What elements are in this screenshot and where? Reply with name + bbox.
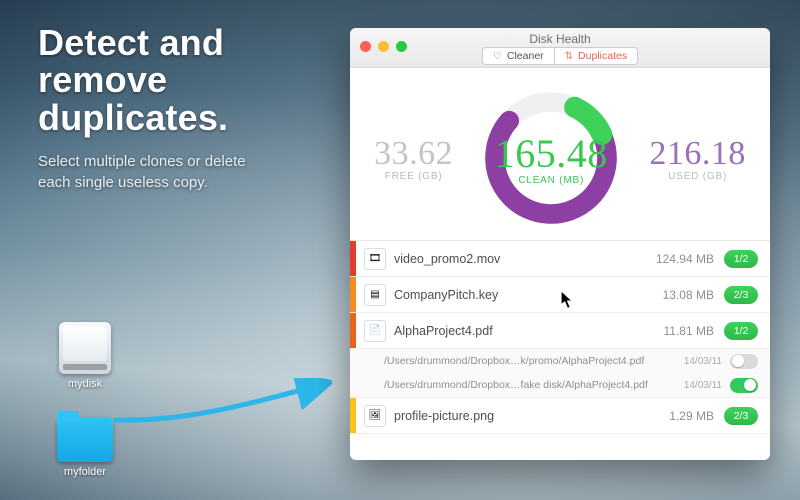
disk-icon xyxy=(59,322,111,374)
stat-used: 216.18 USED (GB) xyxy=(649,135,746,182)
window-title: Disk Health xyxy=(350,32,770,46)
subheadline: Select multiple clones or delete each si… xyxy=(38,152,278,193)
keep-toggle[interactable] xyxy=(730,378,758,393)
keep-toggle[interactable] xyxy=(730,354,758,369)
heart-icon: ♡ xyxy=(493,51,502,62)
stat-used-value: 216.18 xyxy=(649,135,746,173)
file-size: 1.29 MB xyxy=(669,409,714,423)
path-row[interactable]: /Users/drummond/Dropbox…k/promo/AlphaPro… xyxy=(350,349,770,373)
stat-clean-value: 165.48 xyxy=(495,130,608,177)
severity-bar xyxy=(350,398,356,433)
severity-bar xyxy=(350,277,356,312)
list-item[interactable]: 📄 AlphaProject4.pdf 11.81 MB 1/2 xyxy=(350,313,770,349)
path-date: 14/03/11 xyxy=(684,356,722,367)
file-name: profile-picture.png xyxy=(394,409,669,423)
duplicates-list: 🎞 video_promo2.mov 124.94 MB 1/2 ▤ Compa… xyxy=(350,240,770,434)
headline: Detect and remove duplicates. xyxy=(38,24,338,136)
stat-free: 33.62 FREE (GB) xyxy=(374,135,453,182)
stat-free-unit: FREE (GB) xyxy=(374,171,453,182)
file-icon: 🎞 xyxy=(364,248,386,270)
file-icon: 🖼 xyxy=(364,405,386,427)
stat-free-value: 33.62 xyxy=(374,135,453,173)
file-size: 13.08 MB xyxy=(663,288,714,302)
stat-clean-unit: CLEAN (MB) xyxy=(518,175,584,186)
path-date: 14/03/11 xyxy=(684,380,722,391)
tab-duplicates[interactable]: ⇅ Duplicates xyxy=(554,48,637,64)
file-name: video_promo2.mov xyxy=(394,252,656,266)
file-name: AlphaProject4.pdf xyxy=(394,324,664,338)
path-text: /Users/drummond/Dropbox…fake disk/AlphaP… xyxy=(384,379,676,391)
path-row[interactable]: /Users/drummond/Dropbox…fake disk/AlphaP… xyxy=(350,373,770,397)
file-size: 11.81 MB xyxy=(664,324,714,338)
folder-label: myfolder xyxy=(64,466,106,478)
folder-icon xyxy=(57,418,113,462)
donut-chart: 165.48 CLEAN (MB) xyxy=(481,88,621,228)
arrow-icon xyxy=(112,378,332,426)
disk-label: mydisk xyxy=(68,378,102,390)
mode-segmented-control: ♡ Cleaner ⇅ Duplicates xyxy=(482,47,638,65)
ratio-pill[interactable]: 2/3 xyxy=(724,407,758,425)
marketing-panel: Detect and remove duplicates. Select mul… xyxy=(38,24,338,193)
desktop-icons: mydisk myfolder xyxy=(52,322,118,478)
list-item[interactable]: ▤ CompanyPitch.key 13.08 MB 2/3 xyxy=(350,277,770,313)
stats-panel: 33.62 FREE (GB) 165.48 CLEAN (MB) 216.18… xyxy=(350,68,770,240)
people-icon: ⇅ xyxy=(565,51,573,62)
ratio-pill[interactable]: 2/3 xyxy=(724,286,758,304)
list-item[interactable]: 🖼 profile-picture.png 1.29 MB 2/3 xyxy=(350,398,770,434)
severity-bar xyxy=(350,313,356,348)
desktop-folder-icon[interactable]: myfolder xyxy=(52,412,118,478)
tab-cleaner-label: Cleaner xyxy=(507,50,544,62)
path-text: /Users/drummond/Dropbox…k/promo/AlphaPro… xyxy=(384,355,676,367)
tab-cleaner[interactable]: ♡ Cleaner xyxy=(483,48,554,64)
ratio-pill[interactable]: 1/2 xyxy=(724,322,758,340)
ratio-pill[interactable]: 1/2 xyxy=(724,250,758,268)
app-window: Disk Health ♡ Cleaner ⇅ Duplicates 33.62… xyxy=(350,28,770,460)
titlebar[interactable]: Disk Health ♡ Cleaner ⇅ Duplicates xyxy=(350,28,770,68)
list-item[interactable]: 🎞 video_promo2.mov 124.94 MB 1/2 xyxy=(350,241,770,277)
file-size: 124.94 MB xyxy=(656,252,714,266)
file-name: CompanyPitch.key xyxy=(394,288,663,302)
tab-duplicates-label: Duplicates xyxy=(578,50,627,62)
file-icon: ▤ xyxy=(364,284,386,306)
expanded-paths: /Users/drummond/Dropbox…k/promo/AlphaPro… xyxy=(350,349,770,398)
severity-bar xyxy=(350,241,356,276)
file-icon: 📄 xyxy=(364,320,386,342)
desktop-disk-icon[interactable]: mydisk xyxy=(52,322,118,390)
